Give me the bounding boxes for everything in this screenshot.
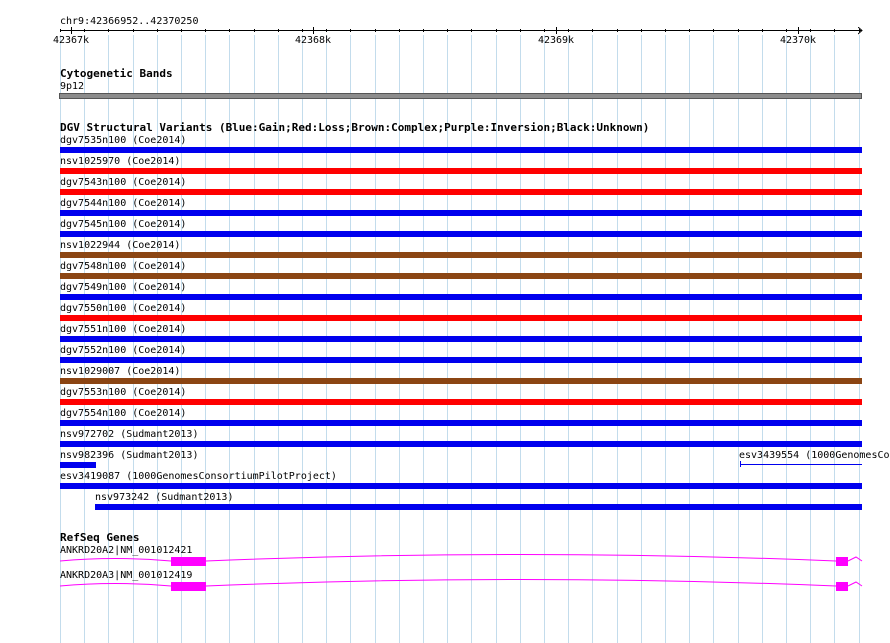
- variant-bar[interactable]: [60, 420, 862, 426]
- ruler-minor-tick: [641, 29, 642, 32]
- gene-exon[interactable]: [171, 557, 206, 566]
- variant-label[interactable]: dgv7548n100 (Coe2014): [60, 261, 186, 272]
- variant-line-cap: [740, 461, 741, 467]
- ruler-minor-tick: [617, 29, 618, 32]
- gene-exon[interactable]: [171, 582, 206, 591]
- ruler-minor-tick: [762, 29, 763, 32]
- variant-bar[interactable]: [60, 189, 862, 195]
- gene-exon[interactable]: [836, 582, 848, 591]
- ruler-minor-tick: [471, 29, 472, 32]
- variant-bar[interactable]: [60, 168, 862, 174]
- ruler-minor-tick: [447, 29, 448, 32]
- ruler-label-42368k: 42368k: [294, 35, 332, 46]
- ruler-minor-tick: [133, 29, 134, 32]
- ruler-minor-tick: [496, 29, 497, 32]
- ruler-minor-tick: [278, 29, 279, 32]
- variant-label[interactable]: dgv7535n100 (Coe2014): [60, 135, 186, 146]
- ruler-major-tick: [798, 27, 799, 34]
- variant-line[interactable]: [740, 464, 862, 465]
- gene-model[interactable]: [0, 553, 890, 567]
- ruler-minor-tick: [592, 29, 593, 32]
- ruler-minor-tick: [399, 29, 400, 32]
- variant-label[interactable]: nsv1029007 (Coe2014): [60, 366, 180, 377]
- cytoband-label: 9p12: [60, 81, 85, 92]
- variant-bar[interactable]: [60, 378, 862, 384]
- cytobands-track-title[interactable]: Cytogenetic Bands: [60, 68, 173, 80]
- variant-label[interactable]: dgv7544n100 (Coe2014): [60, 198, 186, 209]
- ruler-minor-tick: [205, 29, 206, 32]
- ruler-minor-tick: [254, 29, 255, 32]
- gene-model[interactable]: [0, 578, 890, 592]
- variant-label[interactable]: dgv7553n100 (Coe2014): [60, 387, 186, 398]
- ruler-label-42370k: 42370k: [779, 35, 817, 46]
- variant-bar[interactable]: [60, 462, 96, 468]
- variant-bar[interactable]: [60, 336, 862, 342]
- variant-label[interactable]: nsv973242 (Sudmant2013): [95, 492, 233, 503]
- genome-browser-view: chr9:42366952..42370250 42367k 42368k 42…: [0, 0, 890, 643]
- ruler-minor-tick: [423, 29, 424, 32]
- variant-bar[interactable]: [60, 210, 862, 216]
- ruler-minor-tick: [568, 29, 569, 32]
- variant-label[interactable]: esv3439554 (1000GenomesCon: [739, 450, 890, 461]
- variant-bar[interactable]: [60, 315, 862, 321]
- ruler-major-tick: [313, 27, 314, 34]
- variant-bar[interactable]: [60, 399, 862, 405]
- variant-label[interactable]: dgv7549n100 (Coe2014): [60, 282, 186, 293]
- ruler-minor-tick: [108, 29, 109, 32]
- variant-bar[interactable]: [60, 147, 862, 153]
- variant-bar[interactable]: [60, 252, 862, 258]
- ruler-minor-tick: [834, 29, 835, 32]
- ruler-minor-tick: [544, 29, 545, 32]
- variant-label[interactable]: dgv7552n100 (Coe2014): [60, 345, 186, 356]
- ruler-minor-tick: [713, 29, 714, 32]
- dgv-track-title[interactable]: DGV Structural Variants (Blue:Gain;Red:L…: [60, 122, 649, 134]
- variant-label[interactable]: dgv7550n100 (Coe2014): [60, 303, 186, 314]
- variant-label[interactable]: esv3419087 (1000GenomesConsortiumPilotPr…: [60, 471, 337, 482]
- variant-label[interactable]: dgv7543n100 (Coe2014): [60, 177, 186, 188]
- ruler-minor-tick: [689, 29, 690, 32]
- ruler-minor-tick: [520, 29, 521, 32]
- ruler-arrow-right-icon: [858, 27, 863, 35]
- variant-label[interactable]: nsv982396 (Sudmant2013): [60, 450, 198, 461]
- variant-label[interactable]: nsv1022944 (Coe2014): [60, 240, 180, 251]
- ruler-minor-tick: [810, 29, 811, 32]
- ruler-minor-tick: [60, 29, 61, 32]
- variant-bar[interactable]: [60, 441, 862, 447]
- variant-label[interactable]: nsv972702 (Sudmant2013): [60, 429, 198, 440]
- ruler-minor-tick: [786, 29, 787, 32]
- variant-bar[interactable]: [60, 357, 862, 363]
- ruler-minor-tick: [375, 29, 376, 32]
- ruler-minor-tick: [350, 29, 351, 32]
- ruler-minor-tick: [157, 29, 158, 32]
- location-label: chr9:42366952..42370250: [60, 16, 199, 27]
- ruler-major-tick: [556, 27, 557, 34]
- variant-label[interactable]: dgv7554n100 (Coe2014): [60, 408, 186, 419]
- ruler-label-42367k: 42367k: [52, 35, 90, 46]
- ruler-minor-tick: [181, 29, 182, 32]
- variant-label[interactable]: dgv7551n100 (Coe2014): [60, 324, 186, 335]
- variant-bar[interactable]: [60, 294, 862, 300]
- ruler-label-42369k: 42369k: [537, 35, 575, 46]
- gene-exon[interactable]: [836, 557, 848, 566]
- ruler-minor-tick: [665, 29, 666, 32]
- variant-bar[interactable]: [60, 483, 862, 489]
- refseq-track-title[interactable]: RefSeq Genes: [60, 532, 139, 544]
- variant-label[interactable]: dgv7545n100 (Coe2014): [60, 219, 186, 230]
- cytoband-bar[interactable]: [59, 93, 862, 99]
- ruler-major-tick: [71, 27, 72, 34]
- ruler-minor-tick: [738, 29, 739, 32]
- variant-label[interactable]: nsv1025970 (Coe2014): [60, 156, 180, 167]
- variant-bar[interactable]: [60, 231, 862, 237]
- ruler-minor-tick: [84, 29, 85, 32]
- ruler-minor-tick: [302, 29, 303, 32]
- ruler-minor-tick: [326, 29, 327, 32]
- variant-bar[interactable]: [95, 504, 862, 510]
- ruler-minor-tick: [229, 29, 230, 32]
- variant-bar[interactable]: [60, 273, 862, 279]
